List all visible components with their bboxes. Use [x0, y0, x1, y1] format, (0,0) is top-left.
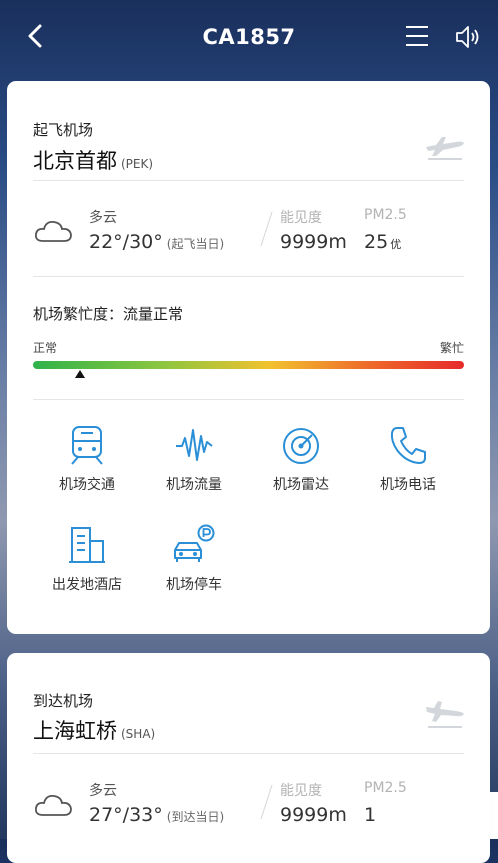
service-airport-parking[interactable]: 机场停车: [144, 524, 244, 606]
cloud-icon: [34, 794, 72, 816]
arrival-airport: 上海虹桥 (SHA): [33, 715, 155, 745]
departure-weather-condition: 多云: [89, 210, 117, 226]
service-airport-phone[interactable]: 机场电话: [358, 424, 458, 506]
departure-airport-code: (PEK): [121, 157, 154, 171]
cloud-icon: [34, 220, 72, 242]
service-label: 机场停车: [166, 577, 222, 593]
service-airport-transport[interactable]: 机场交通: [37, 424, 137, 506]
arrival-weather-condition: 多云: [89, 783, 117, 799]
departure-visibility-value: 9999m: [280, 231, 347, 253]
radar-icon: [283, 428, 319, 464]
departure-pm-value: 25 优: [364, 231, 401, 253]
congestion-bar: [33, 361, 464, 369]
arrival-visibility-value: 9999m: [280, 804, 347, 826]
departure-card: 起飞机场 北京首都 (PEK) 多云 22°/30° (起飞当日) 能见度 9999…: [7, 81, 490, 634]
departure-section-label: 起飞机场: [33, 121, 94, 139]
divider: [33, 399, 464, 400]
speaker-icon: [456, 26, 479, 48]
arrival-temperature: 27°/33° (到达当日): [89, 804, 224, 826]
departure-temperature-value: 22°/30°: [89, 231, 163, 253]
landing-plane-icon: [426, 701, 464, 728]
service-label: 机场流量: [166, 477, 222, 493]
departure-temperature: 22°/30° (起飞当日): [89, 231, 224, 253]
departure-pm-quality: 优: [390, 238, 402, 251]
congestion-low-label: 正常: [33, 341, 58, 355]
service-airport-radar[interactable]: 机场雷达: [251, 424, 351, 506]
train-icon: [71, 426, 103, 465]
departure-airport: 北京首都 (PEK): [33, 145, 153, 175]
parking-car-icon: [174, 524, 215, 562]
service-label: 机场交通: [59, 477, 115, 493]
arrival-airport-code: (SHA): [121, 727, 156, 741]
watermark-overlay: [388, 792, 498, 839]
pulse-wave-icon: [176, 429, 213, 461]
menu-button[interactable]: [404, 24, 430, 48]
service-departure-hotel[interactable]: 出发地酒店: [37, 524, 137, 606]
phone-icon: [390, 427, 426, 464]
service-airport-traffic[interactable]: 机场流量: [144, 424, 244, 506]
divider: [33, 276, 464, 277]
hotel-building-icon: [69, 527, 105, 563]
divider: [33, 753, 464, 754]
arrival-section-label: 到达机场: [33, 692, 94, 710]
congestion-title: 机场繁忙度：流量正常: [33, 305, 184, 323]
departure-airport-name: 北京首都: [33, 149, 117, 173]
top-bar: CA1857: [0, 0, 498, 76]
speaker-button[interactable]: [454, 24, 482, 50]
service-label: 机场电话: [380, 477, 436, 493]
departure-temperature-note: (起飞当日): [166, 237, 225, 251]
departure-pm-label: PM2.5: [364, 207, 407, 223]
menu-icon: [406, 26, 428, 46]
congestion-high-label: 繁忙: [439, 341, 464, 355]
takeoff-plane-icon: [426, 137, 464, 160]
departure-pm-number: 25: [364, 231, 389, 253]
service-label: 机场雷达: [273, 477, 329, 493]
arrival-airport-name: 上海虹桥: [33, 719, 117, 743]
departure-visibility-label: 能见度: [280, 210, 322, 226]
arrival-temperature-note: (到达当日): [166, 810, 225, 824]
arrival-visibility-label: 能见度: [280, 783, 322, 799]
arrival-temperature-value: 27°/33°: [89, 804, 163, 826]
arrival-pm-value: 1: [364, 804, 377, 826]
separator: [260, 784, 273, 820]
congestion-marker: [75, 370, 86, 378]
separator: [260, 211, 273, 247]
divider: [33, 180, 464, 181]
service-label: 出发地酒店: [52, 577, 122, 593]
